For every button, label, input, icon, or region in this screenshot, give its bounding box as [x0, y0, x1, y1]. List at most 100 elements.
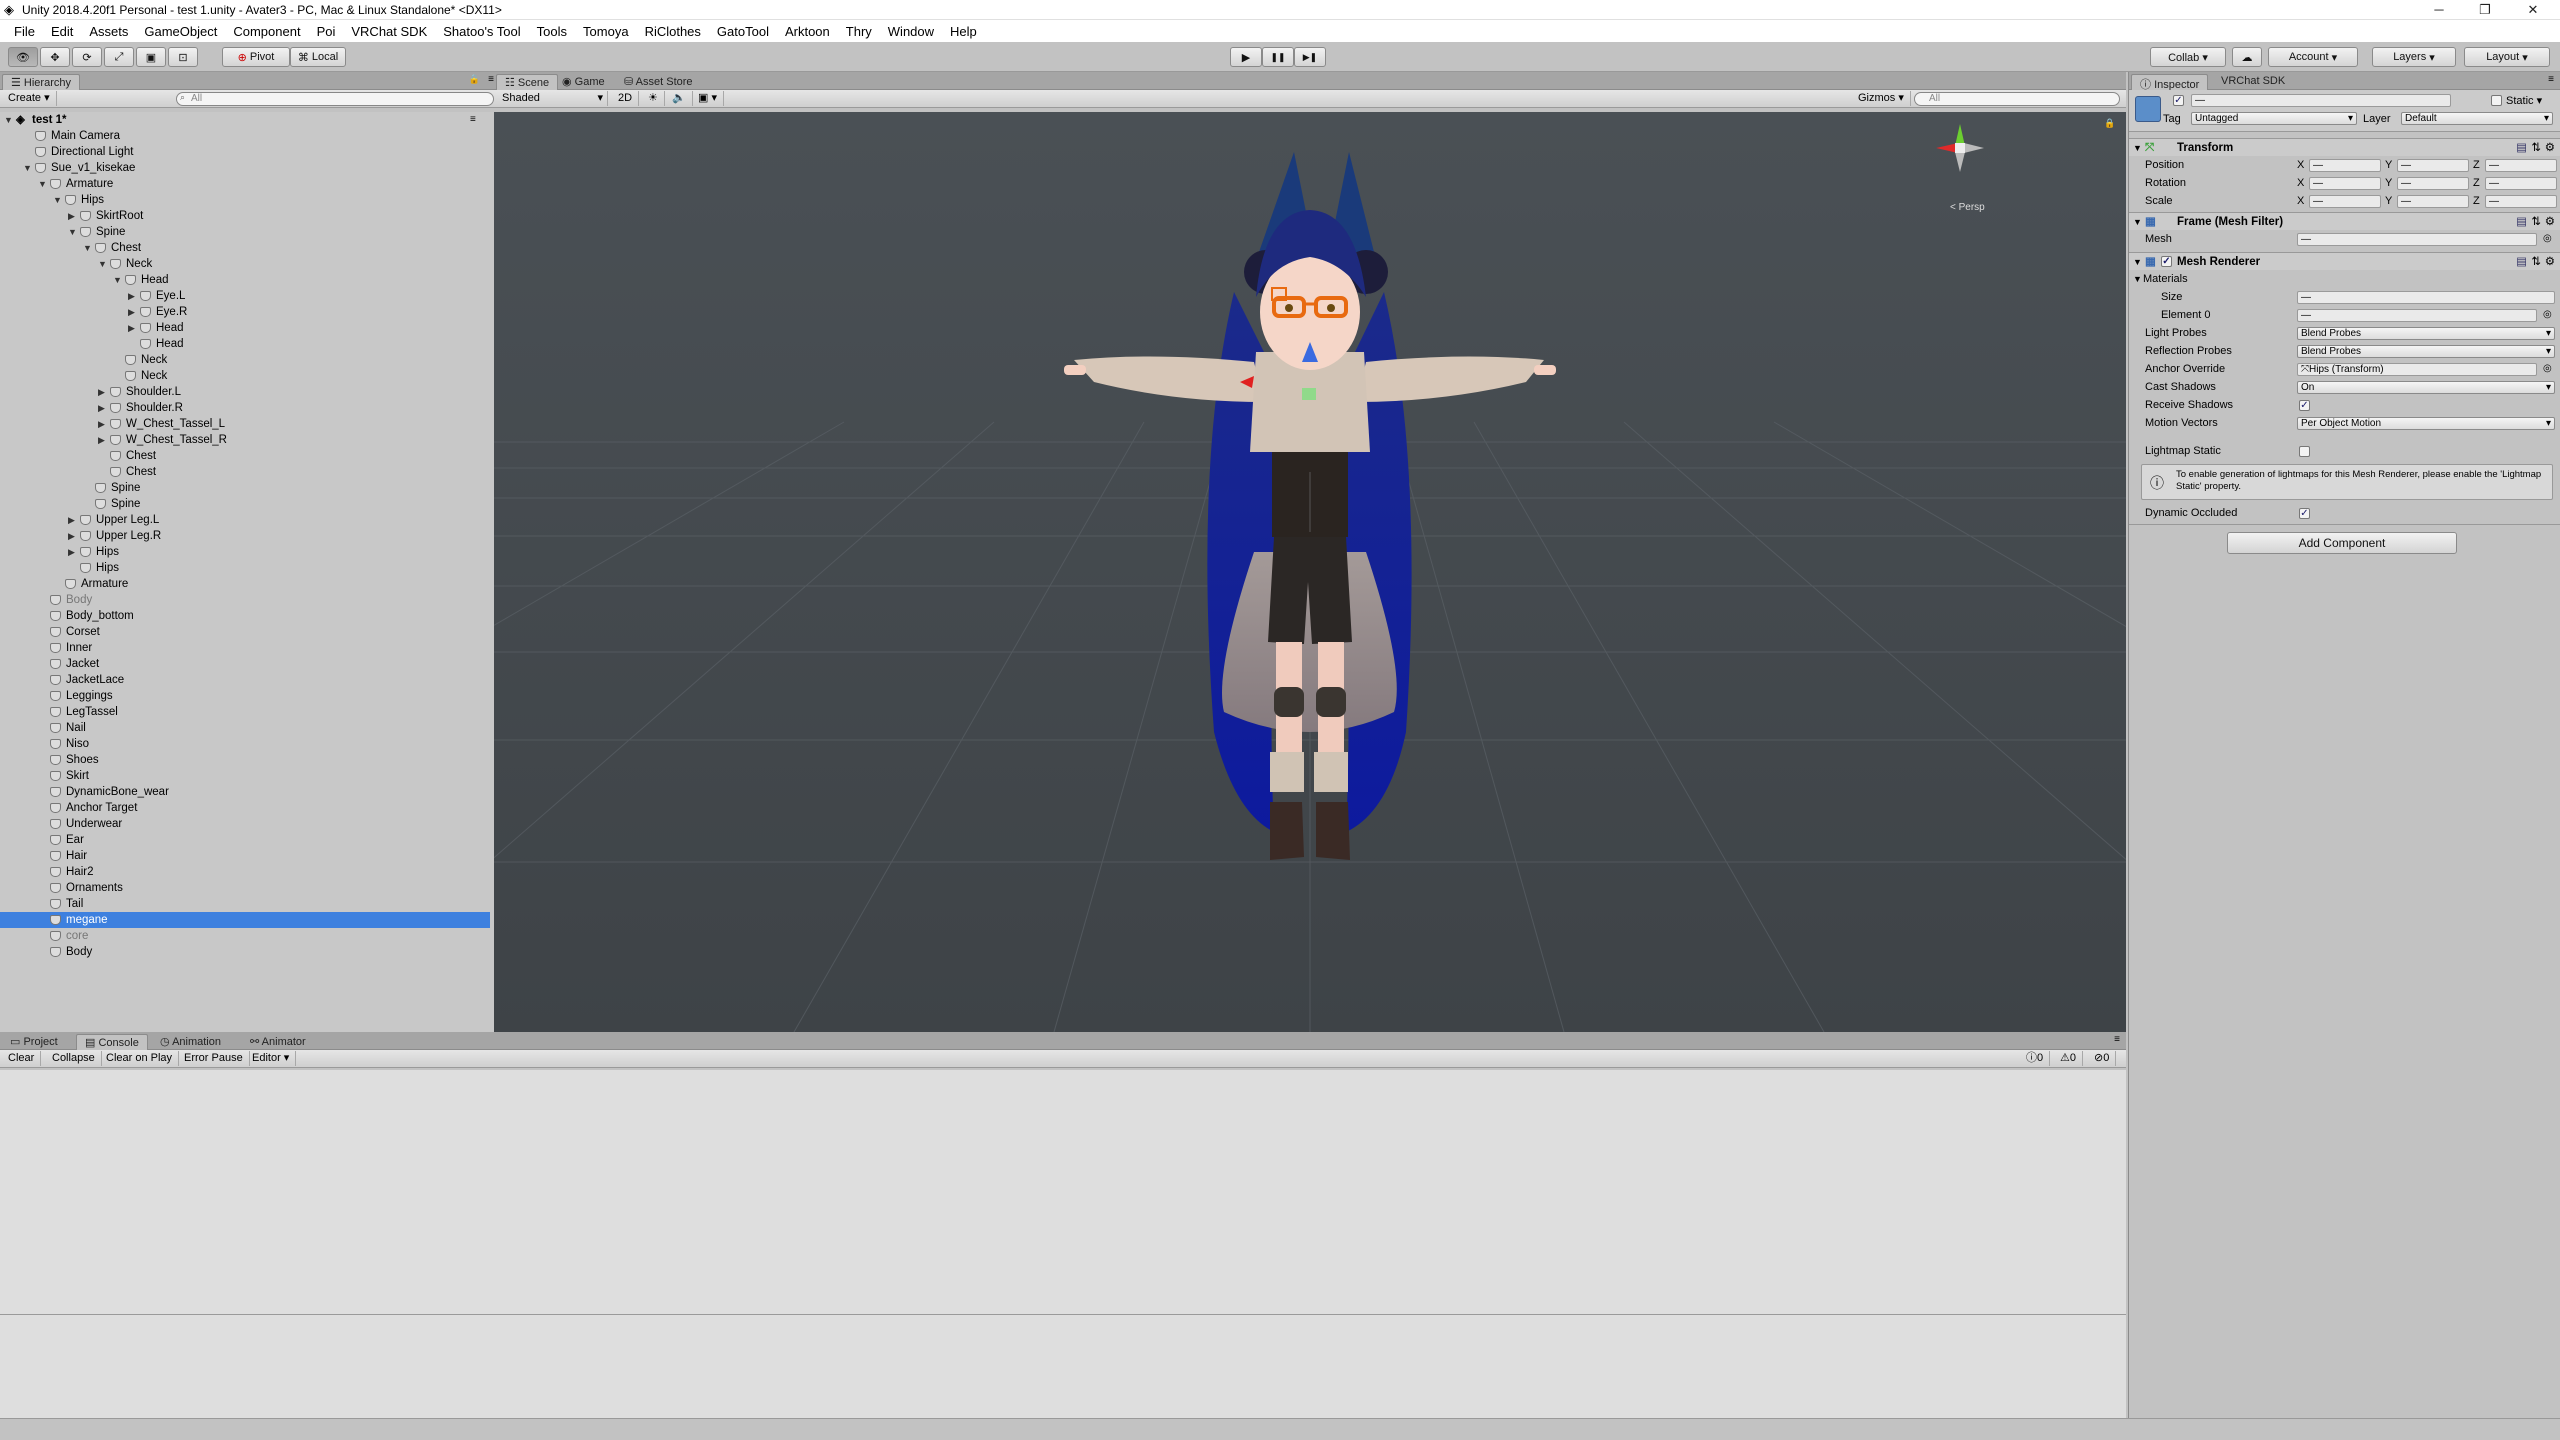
tab-project[interactable]: ▭ Project	[2, 1034, 66, 1050]
hierarchy-row[interactable]: Shoes	[0, 752, 490, 768]
collapse-arrow-icon[interactable]: ▼	[2133, 253, 2142, 271]
hierarchy-row[interactable]: ▼ Chest	[0, 240, 490, 256]
expanded-arrow-icon[interactable]: ▼	[98, 256, 107, 272]
cloud-button[interactable]: ☁	[2232, 47, 2262, 67]
hierarchy-row[interactable]: DynamicBone_wear	[0, 784, 490, 800]
pivot-toggle[interactable]: ⊕ Pivot	[222, 47, 290, 67]
menu-item-assets[interactable]: Assets	[81, 24, 136, 39]
cast-shadows-dropdown[interactable]: On ▾	[2297, 381, 2555, 394]
mesh-field[interactable]: —	[2297, 233, 2537, 246]
lightmap-static-checkbox[interactable]: ✓	[2299, 446, 2310, 457]
inspector-menu-icon[interactable]: ≡	[2548, 74, 2554, 85]
menu-item-riclothes[interactable]: RiClothes	[637, 24, 709, 39]
preset-icon[interactable]: ⇅	[2531, 139, 2541, 157]
transform-position-y-field[interactable]: —	[2397, 159, 2469, 172]
hierarchy-row[interactable]: Body	[0, 944, 490, 960]
transform-position-x-field[interactable]: —	[2309, 159, 2381, 172]
collapsed-arrow-icon[interactable]: ▶	[98, 432, 105, 448]
console-menu-icon[interactable]: ≡	[2114, 1034, 2120, 1045]
hierarchy-row[interactable]: Hair	[0, 848, 490, 864]
collapse-button[interactable]: Collapse	[46, 1051, 102, 1066]
scene-lock-icon[interactable]: 🔒	[2104, 118, 2115, 129]
hierarchy-row[interactable]: ▶ Eye.L	[0, 288, 490, 304]
projection-label[interactable]: < Persp	[1950, 202, 1985, 213]
transform-scale-y-field[interactable]: —	[2397, 195, 2469, 208]
collapsed-arrow-icon[interactable]: ▶	[98, 400, 105, 416]
hierarchy-row[interactable]: Inner	[0, 640, 490, 656]
hierarchy-row[interactable]: Corset	[0, 624, 490, 640]
mesh-filter-header[interactable]: ▼ ▦ Frame (Mesh Filter) ▤ ⇅ ⚙	[2129, 212, 2560, 230]
dynamic-occluded-checkbox[interactable]: ✓	[2299, 508, 2310, 519]
tag-dropdown[interactable]: Untagged ▾	[2191, 112, 2357, 125]
hierarchy-row[interactable]: ▶ Shoulder.L	[0, 384, 490, 400]
menu-item-thry[interactable]: Thry	[838, 24, 880, 39]
hierarchy-row[interactable]: ▶ Eye.R	[0, 304, 490, 320]
mesh-renderer-header[interactable]: ▼ ▦ ✓ Mesh Renderer ▤ ⇅ ⚙	[2129, 252, 2560, 270]
object-picker-icon[interactable]: ◎	[2543, 360, 2552, 378]
hierarchy-row[interactable]: Spine	[0, 496, 490, 512]
transform-rotation-x-field[interactable]: —	[2309, 177, 2381, 190]
menu-item-shatoo-s-tool[interactable]: Shatoo's Tool	[435, 24, 528, 39]
layout-dropdown[interactable]: Layout ▾	[2464, 47, 2550, 67]
hierarchy-row[interactable]: ▼ Armature	[0, 176, 490, 192]
tab-asset-store[interactable]: ⛁ Asset Store	[616, 74, 701, 90]
collab-dropdown[interactable]: Collab ▾	[2150, 47, 2226, 67]
collapsed-arrow-icon[interactable]: ▶	[98, 416, 105, 432]
error-filter-toggle[interactable]: ⊘0	[2088, 1051, 2117, 1066]
active-checkbox[interactable]: ✓	[2173, 95, 2184, 106]
rect-tool-button[interactable]: ▣	[136, 47, 166, 67]
menu-item-edit[interactable]: Edit	[43, 24, 81, 39]
transform-rotation-z-field[interactable]: —	[2485, 177, 2557, 190]
scene-search-input[interactable]: All	[1914, 92, 2120, 106]
transform-position-z-field[interactable]: —	[2485, 159, 2557, 172]
hierarchy-row[interactable]: Ear	[0, 832, 490, 848]
help-icon[interactable]: ▤	[2516, 139, 2527, 157]
tab-inspector[interactable]: ⓘ Inspector	[2131, 74, 2209, 91]
hierarchy-row[interactable]: LegTassel	[0, 704, 490, 720]
expanded-arrow-icon[interactable]: ▼	[113, 272, 122, 288]
collapsed-arrow-icon[interactable]: ▶	[68, 528, 75, 544]
play-button[interactable]: ▶	[1230, 47, 1262, 67]
menu-item-window[interactable]: Window	[880, 24, 942, 39]
info-filter-toggle[interactable]: ⓘ0	[2020, 1051, 2051, 1066]
menu-item-file[interactable]: File	[6, 24, 43, 39]
hierarchy-row[interactable]: Chest	[0, 448, 490, 464]
collapse-arrow-icon[interactable]: ▼	[2133, 139, 2142, 157]
hierarchy-row[interactable]: Niso	[0, 736, 490, 752]
clear-button[interactable]: Clear	[2, 1051, 42, 1066]
hierarchy-row[interactable]: Head	[0, 336, 490, 352]
collapse-arrow-icon[interactable]: ▼	[2133, 213, 2142, 231]
rotate-tool-button[interactable]: ⟳	[72, 47, 102, 67]
shading-mode-dropdown[interactable]: Shaded ▾	[496, 91, 608, 106]
layer-dropdown[interactable]: Default ▾	[2401, 112, 2553, 125]
orientation-gizmo[interactable]	[1930, 118, 1990, 188]
static-dropdown[interactable]: Static ▾	[2506, 94, 2542, 107]
size-field[interactable]: —	[2297, 291, 2555, 304]
tab-game[interactable]: ◉ Game	[554, 74, 613, 90]
tab-scene[interactable]: ☷ Scene	[496, 74, 559, 90]
hierarchy-row[interactable]: Neck	[0, 352, 490, 368]
lighting-toggle[interactable]: ☀	[642, 91, 665, 106]
element0-field[interactable]: —	[2297, 309, 2537, 322]
hierarchy-row[interactable]: Hair2	[0, 864, 490, 880]
hierarchy-row[interactable]: Chest	[0, 464, 490, 480]
settings-icon[interactable]: ⚙	[2545, 213, 2555, 231]
menu-item-tomoya[interactable]: Tomoya	[575, 24, 637, 39]
reflection-probes-dropdown[interactable]: Blend Probes ▾	[2297, 345, 2555, 358]
step-button[interactable]: ▶❚	[1294, 47, 1326, 67]
transform-scale-z-field[interactable]: —	[2485, 195, 2557, 208]
hierarchy-row[interactable]: ▶ W_Chest_Tassel_R	[0, 432, 490, 448]
anchor-override-field[interactable]: ⤧Hips (Transform)	[2297, 363, 2537, 376]
collapsed-arrow-icon[interactable]: ▶	[68, 208, 75, 224]
expanded-arrow-icon[interactable]: ▼	[38, 176, 47, 192]
menu-item-help[interactable]: Help	[942, 24, 985, 39]
menu-item-gatotool[interactable]: GatoTool	[709, 24, 777, 39]
menu-item-component[interactable]: Component	[225, 24, 308, 39]
hierarchy-row[interactable]: ▼ Spine	[0, 224, 490, 240]
menu-item-poi[interactable]: Poi	[309, 24, 344, 39]
collapsed-arrow-icon[interactable]: ▶	[128, 304, 135, 320]
hierarchy-row[interactable]: ▶ Hips	[0, 544, 490, 560]
expanded-arrow-icon[interactable]: ▼	[83, 240, 92, 256]
help-icon[interactable]: ▤	[2516, 213, 2527, 231]
hierarchy-row[interactable]: core	[0, 928, 490, 944]
